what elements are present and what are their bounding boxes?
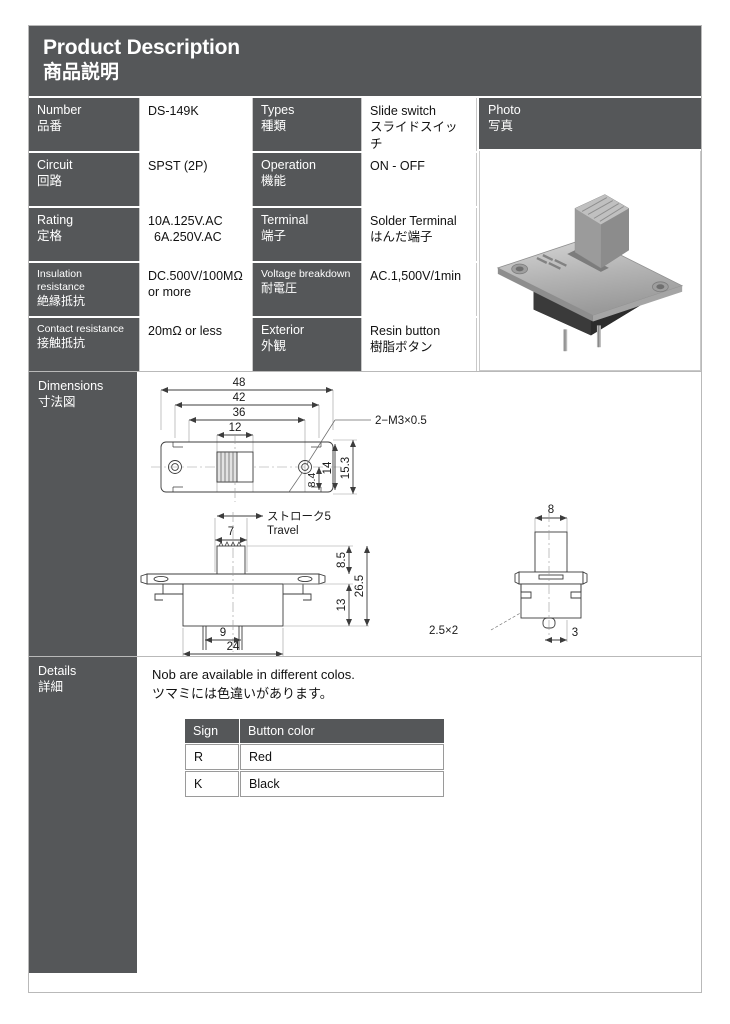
specification-section: Number 品番 DS-149K Types 種類 Slide switch … — [29, 98, 701, 372]
cell-color: Black — [240, 770, 444, 797]
spec-value-voltage-breakdown: AC.1,500V/1min — [361, 263, 477, 316]
product-photo — [479, 151, 701, 371]
dim-height-overall: 15.3 — [340, 457, 352, 479]
spec-label-exterior: Exterior 外観 — [253, 318, 361, 371]
spec-label-rating: Rating 定格 — [29, 208, 139, 261]
specification-table: Number 品番 DS-149K Types 種類 Slide switch … — [29, 98, 479, 371]
spec-label-voltage-breakdown: Voltage breakdown 耐電圧 — [253, 263, 361, 316]
dim-width-inner: 36 — [233, 407, 246, 419]
spec-label-circuit: Circuit 回路 — [29, 153, 139, 206]
column-header-button-color: Button color — [240, 718, 444, 743]
dim-thread-callout: 2−M3×0.5 — [375, 415, 427, 427]
dim-body-height: 13 — [336, 599, 348, 612]
dim-terminal-note: 2.5×2 — [429, 625, 458, 637]
details-content: Nob are available in different colos. ツマ… — [139, 657, 701, 973]
table-row: Circuit 回路 SPST (2P) Operation 機能 ON - O… — [29, 153, 477, 208]
cell-sign: R — [185, 743, 239, 770]
dim-body-width: 24 — [227, 641, 240, 653]
technical-drawing: 48 42 36 12 8.4 14 15.3 2−M3×0.5 ストローク5 … — [140, 377, 588, 656]
spec-label-types: Types 種類 — [253, 98, 361, 151]
details-label: Details 詳細 — [29, 657, 139, 973]
spec-label-number: Number 品番 — [29, 98, 139, 151]
cell-color: Red — [240, 743, 444, 770]
table-row: Contact resistance 接触抵抗 20mΩ or less Ext… — [29, 318, 477, 371]
spec-value-exterior: Resin button 樹脂ボタン — [361, 318, 477, 371]
dim-pin-pitch: 9 — [220, 627, 226, 639]
dim-height-inner: 14 — [322, 461, 334, 474]
slide-switch-photo-illustration — [496, 194, 684, 352]
button-color-table: Sign Button color R Red K Black — [184, 718, 445, 798]
page-title-ja: 商品説明 — [43, 61, 120, 83]
table-row: R Red — [185, 743, 444, 770]
dim-height-hole: 8.4 — [306, 473, 318, 488]
column-header-sign: Sign — [185, 718, 239, 743]
spec-value-insulation-resistance: DC.500V/100MΩ or more — [139, 263, 253, 316]
product-description-page: Product Description 商品説明 Number 品番 DS-14… — [28, 25, 702, 993]
spec-value-circuit: SPST (2P) — [139, 153, 253, 206]
table-header-row: Sign Button color — [185, 718, 444, 743]
dim-width-knob: 12 — [229, 422, 242, 434]
dimensions-drawing: 48 42 36 12 8.4 14 15.3 2−M3×0.5 ストローク5 … — [139, 372, 701, 656]
spec-label-contact-resistance: Contact resistance 接触抵抗 — [29, 318, 139, 371]
dim-pin-offset: 3 — [572, 627, 578, 639]
spec-label-terminal: Terminal 端子 — [253, 208, 361, 261]
spec-label-operation: Operation 機能 — [253, 153, 361, 206]
document-header: Product Description 商品説明 — [29, 26, 701, 98]
details-note: Nob are available in different colos. ツマ… — [152, 666, 701, 704]
details-note-en: Nob are available in different colos. — [152, 667, 355, 682]
spec-value-rating: 10A.125V.AC 6A.250V.AC — [139, 208, 253, 261]
details-section: Details 詳細 Nob are available in differen… — [29, 657, 701, 973]
dim-total-height: 26.5 — [354, 575, 366, 597]
photo-label: Photo 写真 — [479, 98, 701, 151]
table-row: Number 品番 DS-149K Types 種類 Slide switch … — [29, 98, 477, 153]
spec-value-operation: ON - OFF — [361, 153, 477, 206]
details-note-ja: ツマミには色違いがあります。 — [152, 685, 333, 701]
cell-sign: K — [185, 770, 239, 797]
dim-width-overall: 48 — [233, 377, 246, 389]
table-row: K Black — [185, 770, 444, 797]
dimensions-label: Dimensions 寸法図 — [29, 372, 139, 656]
dim-width-mount: 42 — [233, 392, 246, 404]
dim-travel-en: Travel — [267, 525, 299, 537]
spec-value-number: DS-149K — [139, 98, 253, 151]
spec-label-insulation-resistance: Insulation resistance 絶縁抵抗 — [29, 263, 139, 316]
dim-knob-height: 8.5 — [336, 552, 348, 568]
dimensions-section: Dimensions 寸法図 48 42 36 12 8.4 14 15.3 2… — [29, 372, 701, 657]
dim-travel-ja: ストローク5 — [267, 510, 331, 523]
spec-value-contact-resistance: 20mΩ or less — [139, 318, 253, 371]
page-title-en: Product Description — [43, 36, 240, 59]
table-row: Rating 定格 10A.125V.AC 6A.250V.AC Termina… — [29, 208, 477, 263]
photo-column: Photo 写真 — [479, 98, 701, 371]
spec-value-terminal: Solder Terminal はんだ端子 — [361, 208, 477, 261]
spec-value-types: Slide switch スライドスイッチ — [361, 98, 477, 151]
table-row: Insulation resistance 絶縁抵抗 DC.500V/100MΩ… — [29, 263, 477, 318]
